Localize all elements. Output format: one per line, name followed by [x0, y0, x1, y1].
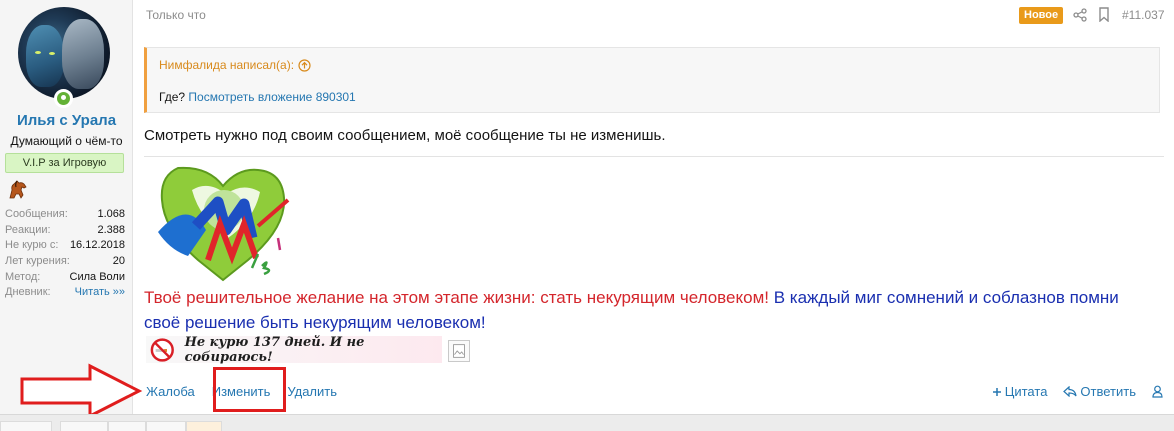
- plus-icon: [992, 387, 1001, 396]
- edit-highlight-box: [213, 367, 286, 412]
- tab-stub: [0, 421, 52, 431]
- broken-image-icon: [448, 340, 470, 362]
- user-panel: Илья с Урала Думающий о чём-то V.I.P за …: [0, 0, 133, 414]
- avatar-figure-left: [26, 25, 64, 87]
- post-actions-right: Цитата Ответить: [976, 384, 1166, 399]
- diary-link[interactable]: Читать »»: [75, 285, 125, 301]
- no-smoking-icon: [150, 337, 174, 362]
- user-title: Думающий о чём-то: [10, 134, 123, 148]
- post-number[interactable]: #11.037: [1122, 8, 1165, 22]
- stat-row-reactions: Реакции: 2.388: [5, 223, 125, 236]
- bottom-strip: [0, 414, 1174, 431]
- quote-text: Где?: [159, 90, 186, 104]
- user-stats: Сообщения: 1.068 Реакции: 2.388 Не курю …: [5, 207, 125, 301]
- reply-button-label: Ответить: [1080, 384, 1136, 399]
- quote-button-label: Цитата: [1004, 384, 1048, 399]
- user-menu-button[interactable]: [1152, 385, 1166, 398]
- red-arrow-annotation: [20, 363, 143, 419]
- new-badge: Новое: [1019, 7, 1064, 24]
- bookmark-icon[interactable]: [1098, 7, 1110, 22]
- stat-row-diary: Дневник: Читать »»: [5, 285, 125, 301]
- attachment-link[interactable]: Посмотреть вложение 890301: [188, 90, 355, 104]
- stat-row-method: Метод: Сила Воли: [5, 270, 125, 283]
- tab-stub: [108, 421, 146, 431]
- post: Только что Новое #11.037 Нимфалида напис…: [134, 0, 1174, 414]
- quote-header[interactable]: Нимфалида написал(а):: [159, 58, 311, 72]
- signature-text: Твоё решительное желание на этом этапе ж…: [144, 285, 1144, 335]
- post-actions-left: Жалоба Изменить Удалить: [146, 367, 354, 412]
- no-smoking-text: Не курю 137 дней. И не собираюсь!: [184, 334, 365, 365]
- online-status-icon: [54, 89, 73, 108]
- post-timestamp[interactable]: Только что: [146, 8, 206, 22]
- quote-button[interactable]: Цитата: [992, 384, 1048, 399]
- no-smoking-banner: Не курю 137 дней. И не собираюсь!: [146, 334, 442, 365]
- share-icon[interactable]: [1073, 8, 1087, 22]
- post-message: Смотреть нужно под своим сообщением, моё…: [144, 127, 666, 144]
- avatar-figure-right: [62, 19, 104, 89]
- stat-row-quit-date: Не курю с: 16.12.2018: [5, 239, 125, 252]
- user-icon: [1152, 385, 1163, 398]
- username[interactable]: Илья с Урала: [0, 112, 133, 129]
- report-link[interactable]: Жалоба: [146, 384, 195, 399]
- delete-link[interactable]: Удалить: [287, 384, 337, 399]
- tab-stub: [60, 421, 108, 431]
- signature-divider: [144, 156, 1164, 157]
- quote-author[interactable]: Нимфалида написал(а):: [159, 58, 294, 72]
- user-banner: V.I.P за Игровую: [5, 153, 124, 173]
- stat-row-messages: Сообщения: 1.068: [5, 208, 125, 220]
- avatar-eye: [49, 52, 55, 55]
- reply-icon: [1063, 386, 1078, 397]
- tab-stub: [146, 421, 186, 431]
- quote-body: Где? Посмотреть вложение 890301: [159, 90, 356, 104]
- stat-row-years-smoking: Лет курения: 20: [5, 255, 125, 268]
- quote-block: Нимфалида написал(а): Где? Посмотреть вл…: [144, 47, 1160, 113]
- reply-button[interactable]: Ответить: [1063, 384, 1136, 399]
- tab-stub: [186, 421, 222, 431]
- horse-icon: [9, 180, 27, 199]
- signature-red-text: Твоё решительное желание на этом этапе ж…: [144, 288, 769, 307]
- arrow-up-circle-icon[interactable]: [298, 58, 311, 72]
- avatar-eye: [35, 51, 41, 54]
- avatar[interactable]: [18, 7, 110, 99]
- signature-logo: [158, 166, 290, 282]
